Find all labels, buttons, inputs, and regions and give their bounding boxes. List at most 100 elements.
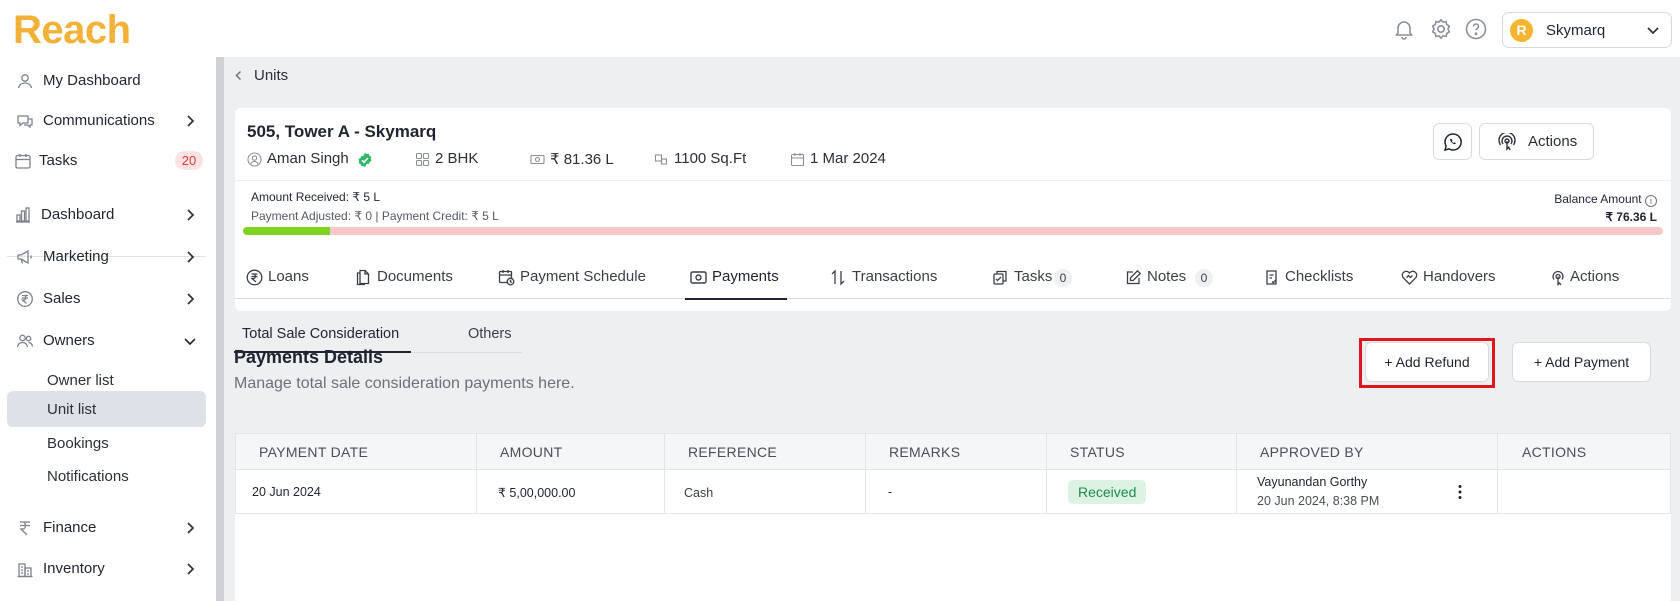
tab-actions[interactable]: Actions [1550,256,1625,300]
chevron-right-icon [182,561,198,577]
tab-label: Payments [712,268,779,285]
payment-reference: Cash [684,486,714,500]
rupee-coin-icon [246,269,263,286]
profile-name: Skymarq [1546,22,1606,39]
chevron-right-icon [182,520,198,536]
sidebar-item-bookings[interactable]: Bookings [7,425,206,461]
column-header[interactable]: ACTIONS [1522,444,1586,460]
sidebar-item-label: Bookings [47,435,109,452]
payment-adjusted: Payment Adjusted: ₹ 0 | Payment Credit: … [251,209,499,223]
cash-icon [690,269,707,286]
sidebar-item-label: Notifications [47,468,129,485]
sidebar-item-unit-list[interactable]: Unit list [7,391,206,427]
actions-label: Actions [1528,133,1578,150]
sidebar-item-label: My Dashboard [43,72,141,89]
tab-transactions[interactable]: Transactions [830,256,945,300]
balance-amount-label: Balance Amount i [1554,192,1657,207]
unit-area-value: 1100 Sq.Ft [674,150,747,167]
sidebar-item-marketing[interactable]: Marketing [7,239,206,275]
whatsapp-button[interactable] [1433,123,1472,160]
calendar-clock-icon [498,269,515,286]
sidebar-item-label: Finance [43,519,97,536]
sidebar-item-notifications[interactable]: Notifications [7,458,206,494]
sidebar-item-owners[interactable]: Owners [7,323,206,359]
divider [235,180,1671,181]
add-payment-button[interactable]: + Add Payment [1512,342,1651,382]
payment-progress-bar [243,227,1663,235]
tab-loans[interactable]: Loans [246,256,316,300]
tab-notes[interactable]: Notes 0 [1125,256,1213,300]
sidebar-item-label: Dashboard [41,206,115,223]
owner-name: Aman Singh [267,150,349,167]
info-icon[interactable]: i [1645,195,1657,207]
sidebar-item-label: Unit list [47,401,97,418]
approved-at: 20 Jun 2024, 8:38 PM [1257,494,1380,508]
add-refund-button[interactable]: + Add Refund [1365,342,1489,382]
user-icon [16,72,34,90]
tab-payments[interactable]: Payments [685,256,787,300]
sidebar-item-tasks[interactable]: Tasks 20 [7,143,206,179]
unit-price-value: ₹ 81.36 L [550,151,614,168]
cash-icon [530,152,545,167]
app-logo[interactable]: Reach [13,8,131,53]
profile-menu[interactable]: R Skymarq [1502,12,1672,48]
sidebar-item-my-dashboard[interactable]: My Dashboard [7,63,206,99]
tab-handovers[interactable]: Handovers [1401,256,1501,300]
chat-icon [16,112,34,130]
tab-documents[interactable]: Documents [355,256,455,300]
payment-amount: ₹ 5,00,000.00 [498,486,576,500]
column-header[interactable]: PAYMENT DATE [259,444,368,460]
calendar-icon [790,152,805,167]
tab-payment-schedule[interactable]: Payment Schedule [498,256,648,300]
tasks-icon [992,269,1009,286]
calendar-icon [14,152,32,170]
column-header[interactable]: AMOUNT [500,444,562,460]
handshake-icon [1401,269,1418,286]
tasks-count-badge: 20 [175,151,203,170]
sidebar-item-sales[interactable]: Sales [7,281,206,317]
tap-icon [1498,133,1516,151]
breadcrumb-label[interactable]: Units [254,67,288,84]
sidebar-item-label: Inventory [43,560,105,577]
sidebar-item-label: Tasks [39,152,78,169]
rupee-icon [16,519,34,537]
sidebar-item-communications[interactable]: Communications [7,103,206,139]
sidebar-item-dashboard[interactable]: Dashboard [7,197,206,233]
avatar: R [1510,19,1533,42]
sidebar-scrollbar[interactable] [216,57,224,601]
unit-date-value: 1 Mar 2024 [810,150,886,167]
chevron-down-icon [1644,21,1662,39]
column-header[interactable]: APPROVED BY [1260,444,1364,460]
balance-label-text: Balance Amount [1554,192,1642,206]
sidebar-item-finance[interactable]: Finance [7,510,206,546]
top-bar: Reach R Skymarq [0,0,1680,57]
bell-icon[interactable] [1392,17,1416,41]
subtab-others[interactable]: Others [468,326,512,360]
section-subtitle: Manage total sale consideration payments… [234,375,575,392]
tab-tasks[interactable]: Tasks 0 [992,256,1072,300]
column-header[interactable]: REMARKS [889,444,960,460]
users-icon [16,332,34,350]
more-vertical-icon[interactable] [1457,483,1463,501]
active-tab-indicator [685,298,787,300]
tab-label: Loans [268,268,309,285]
sidebar-item-label: Marketing [43,248,109,265]
table-row[interactable]: 20 Jun 2024 ₹ 5,00,000.00 Cash - Receive… [235,470,1671,514]
column-header[interactable]: REFERENCE [688,444,777,460]
tab-label: Checklists [1285,268,1354,285]
area-icon [654,152,669,167]
tab-checklists[interactable]: Checklists [1263,256,1358,300]
settings-icon[interactable] [1429,17,1453,41]
payment-remarks: - [888,485,893,499]
payment-date: 20 Jun 2024 [252,485,321,499]
sidebar-item-inventory[interactable]: Inventory [7,551,206,587]
bar-chart-icon [14,206,32,224]
unit-actions-button[interactable]: Actions [1479,123,1594,160]
grid-icon [415,152,430,167]
table-header: PAYMENT DATE AMOUNT REFERENCE REMARKS ST… [235,433,1671,470]
status-badge: Received [1068,480,1147,504]
sidebar-item-label: Owner list [47,372,114,389]
column-header[interactable]: STATUS [1070,444,1125,460]
transfer-icon [830,269,847,286]
help-icon[interactable] [1464,17,1488,41]
